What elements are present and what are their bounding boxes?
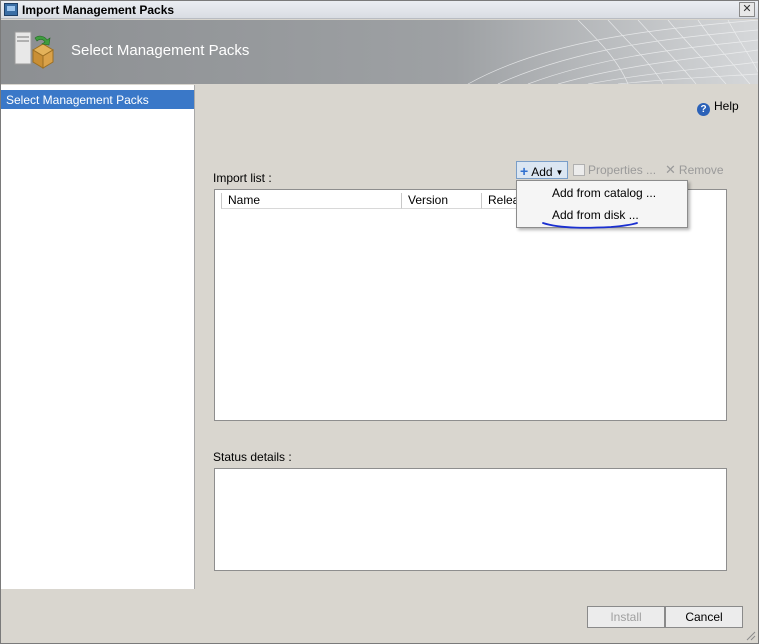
add-button-label: Add xyxy=(531,165,553,179)
menu-item-add-from-catalog[interactable]: Add from catalog ... xyxy=(552,186,656,200)
page-title: Select Management Packs xyxy=(71,42,250,59)
help-label: Help xyxy=(714,99,739,113)
add-button[interactable]: + Add ▼ xyxy=(516,161,568,179)
handwritten-underline-mark xyxy=(542,222,638,229)
import-list-label: Import list : xyxy=(213,171,272,185)
cancel-button[interactable]: Cancel xyxy=(665,606,743,628)
wizard-header: Select Management Packs xyxy=(1,20,758,84)
title-bar[interactable]: Import Management Packs ✕ xyxy=(1,1,758,19)
status-details-label: Status details : xyxy=(213,450,292,464)
chevron-down-icon: ▼ xyxy=(555,168,564,177)
remove-button-label: Remove xyxy=(678,163,724,177)
help-icon: ? xyxy=(697,103,710,116)
properties-button-label: Properties ... xyxy=(588,163,657,177)
management-pack-import-icon xyxy=(14,31,54,69)
install-button[interactable]: Install xyxy=(587,606,665,628)
resize-grip-icon[interactable] xyxy=(744,629,756,641)
status-details-box xyxy=(214,468,727,571)
remove-button[interactable]: ✕ Remove xyxy=(665,161,724,179)
sidebar-item-select-management-packs[interactable]: Select Management Packs xyxy=(1,90,194,109)
wizard-steps-sidebar: Select Management Packs xyxy=(1,85,195,589)
column-header-name[interactable]: Name xyxy=(221,193,401,209)
close-button[interactable]: ✕ xyxy=(739,2,755,17)
plus-icon: + xyxy=(520,163,529,179)
window-title: Import Management Packs xyxy=(22,3,175,17)
properties-button[interactable]: Properties ... xyxy=(573,161,656,179)
header-mesh-graphic xyxy=(467,20,758,84)
properties-icon xyxy=(573,164,585,176)
help-link[interactable]: ? Help xyxy=(697,99,739,116)
import-management-packs-window: Import Management Packs ✕ Select Managem… xyxy=(0,0,759,644)
app-window-icon xyxy=(4,3,18,16)
column-header-version[interactable]: Version xyxy=(401,193,481,209)
remove-x-icon: ✕ xyxy=(665,162,676,177)
